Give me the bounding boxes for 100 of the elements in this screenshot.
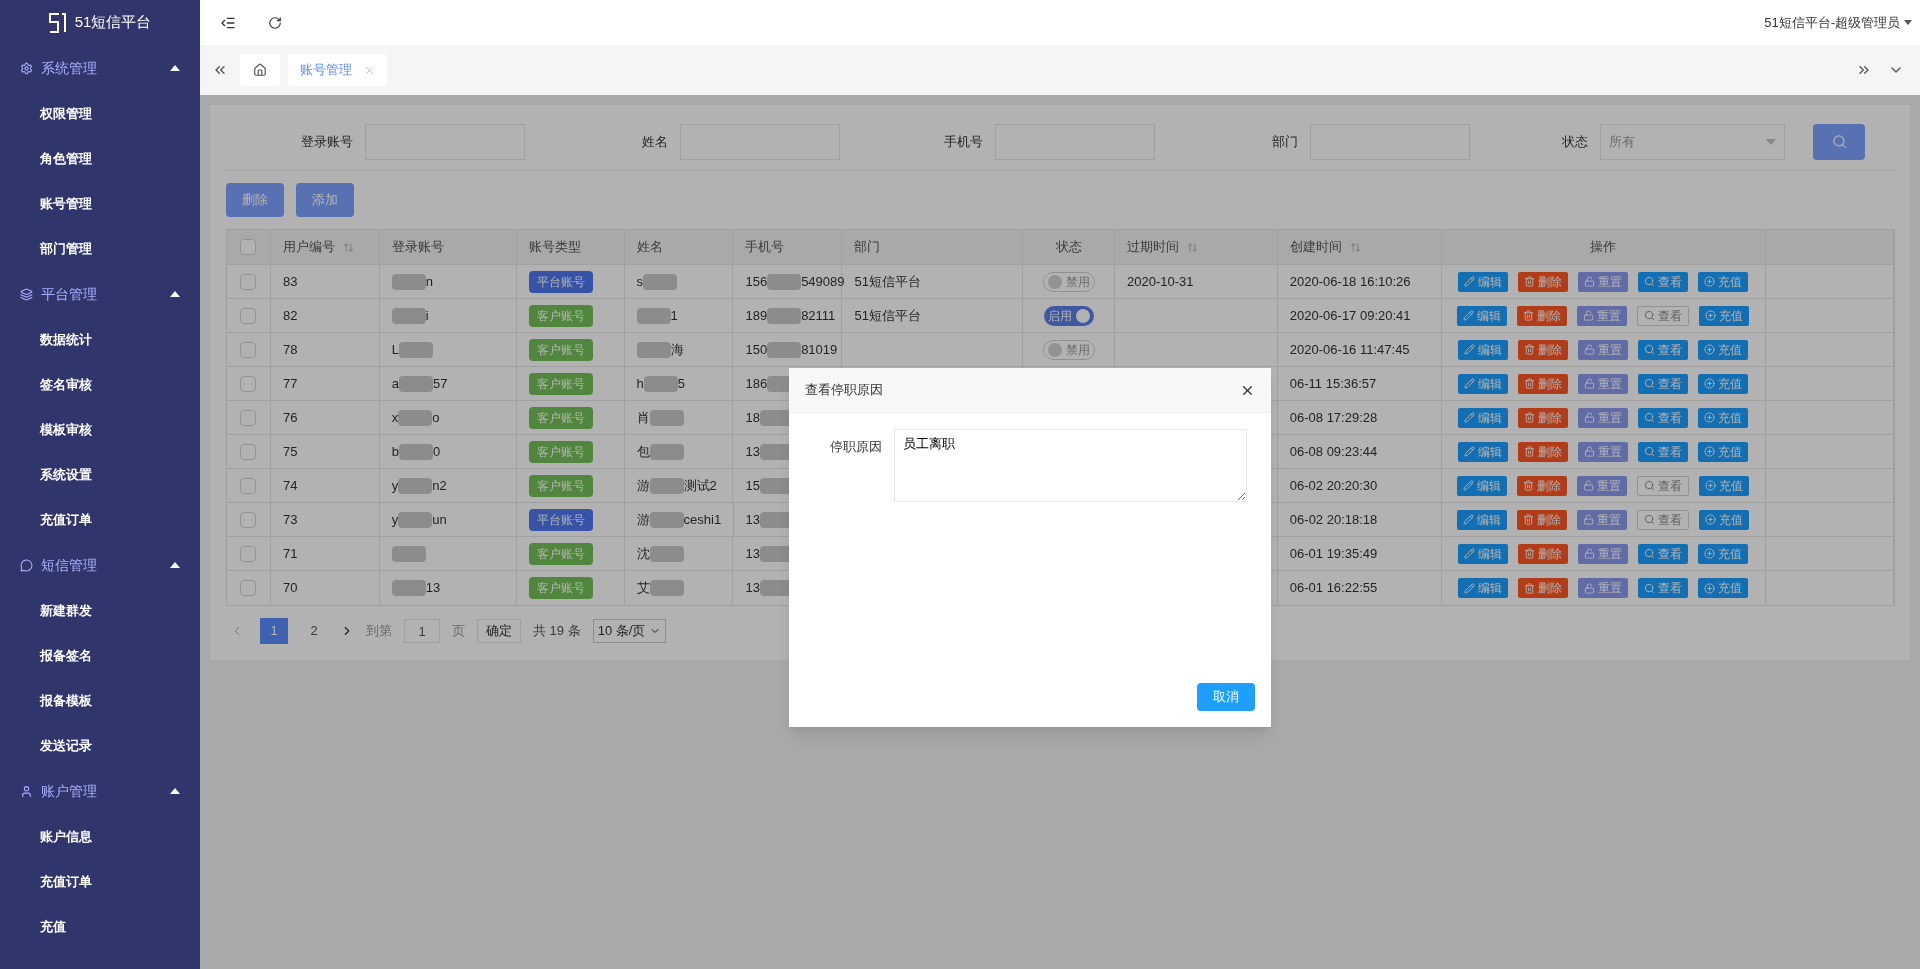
row-action-button[interactable]: 充值: [1698, 407, 1749, 428]
checkbox[interactable]: [240, 375, 257, 392]
row-action-button[interactable]: 充值: [1698, 373, 1749, 394]
row-action-button[interactable]: 删除: [1518, 441, 1569, 462]
row-action-button[interactable]: 编辑: [1458, 407, 1509, 428]
row-action-button[interactable]: 充值: [1698, 271, 1749, 292]
row-action-button[interactable]: 编辑: [1458, 441, 1509, 462]
row-action-button[interactable]: 查看: [1638, 373, 1689, 394]
row-action-button[interactable]: 充值: [1698, 441, 1749, 462]
status-select[interactable]: 所有: [1600, 123, 1785, 160]
sidebar-section[interactable]: 账户管理: [0, 768, 200, 814]
row-action-button[interactable]: 查看: [1638, 441, 1689, 462]
row-action-button[interactable]: 重置: [1578, 441, 1629, 462]
refresh-icon[interactable]: [268, 15, 282, 30]
row-action-button[interactable]: 查看: [1638, 407, 1689, 428]
sidebar-section[interactable]: 系统管理: [0, 45, 200, 91]
sidebar-item[interactable]: 账号管理: [0, 181, 200, 226]
checkbox[interactable]: [240, 477, 257, 494]
row-action-button[interactable]: 重置: [1578, 543, 1629, 564]
sidebar-item[interactable]: 系统设置: [0, 452, 200, 497]
row-action-button[interactable]: 重置: [1578, 373, 1629, 394]
row-action-button[interactable]: 编辑: [1457, 305, 1508, 326]
page-size-select[interactable]: 10 条/页: [592, 619, 667, 643]
user-menu[interactable]: 51短信平台-超级管理员: [1764, 12, 1912, 33]
row-action-button[interactable]: 查看: [1638, 543, 1689, 564]
sidebar-item[interactable]: 模板审核: [0, 407, 200, 452]
sidebar-item[interactable]: 权限管理: [0, 91, 200, 136]
row-action-button[interactable]: 编辑: [1458, 339, 1509, 360]
reason-field[interactable]: 员工离职: [894, 429, 1247, 502]
row-action-button[interactable]: 删除: [1517, 305, 1568, 326]
search-button[interactable]: [1813, 123, 1865, 160]
row-action-button[interactable]: 重置: [1578, 271, 1629, 292]
toolbar-button[interactable]: 删除: [226, 183, 284, 217]
row-action-button[interactable]: 重置: [1578, 578, 1629, 598]
cell-text: a: [391, 374, 400, 393]
row-action-button[interactable]: 充值: [1698, 578, 1749, 598]
sidebar-item[interactable]: 账户信息: [0, 814, 200, 859]
column-header[interactable]: 过期时间: [1127, 237, 1198, 257]
row-action-button[interactable]: 编辑: [1458, 373, 1509, 394]
row-action-button[interactable]: 编辑: [1458, 578, 1509, 598]
checkbox[interactable]: [240, 239, 257, 255]
sidebar-item[interactable]: 报备签名: [0, 633, 200, 678]
status-switch[interactable]: 禁用: [1042, 339, 1095, 360]
cancel-button[interactable]: 取消: [1197, 683, 1255, 711]
home-tab[interactable]: [240, 54, 280, 86]
status-switch[interactable]: 启用: [1043, 305, 1094, 326]
checkbox[interactable]: [240, 443, 257, 460]
checkbox[interactable]: [240, 409, 257, 426]
checkbox[interactable]: [240, 580, 257, 596]
row-action-button[interactable]: 充值: [1699, 305, 1750, 326]
page-tab[interactable]: 账号管理: [288, 54, 387, 86]
row-action-button[interactable]: 编辑: [1458, 543, 1509, 564]
row-action-button[interactable]: 充值: [1699, 509, 1750, 530]
row-action-button[interactable]: 删除: [1518, 543, 1569, 564]
column-header[interactable]: 用户编号: [282, 237, 354, 257]
row-action-button[interactable]: 编辑: [1457, 475, 1508, 496]
row-action-button[interactable]: 重置: [1578, 407, 1629, 428]
sidebar-item[interactable]: 新建群发: [0, 588, 200, 633]
sidebar-item[interactable]: 发送记录: [0, 723, 200, 768]
column-header[interactable]: 创建时间: [1289, 237, 1361, 257]
row-action-button[interactable]: 查看: [1638, 339, 1689, 360]
row-action-button[interactable]: 查看: [1638, 271, 1689, 292]
checkbox[interactable]: [240, 545, 257, 562]
sidebar-item[interactable]: 充值订单: [0, 859, 200, 904]
row-action-button[interactable]: 编辑: [1458, 271, 1509, 292]
sidebar-item[interactable]: 充值: [0, 904, 200, 949]
sidebar-item[interactable]: 部门管理: [0, 226, 200, 271]
sidebar-item[interactable]: 报备模板: [0, 678, 200, 723]
row-action-button[interactable]: 删除: [1517, 509, 1568, 530]
checkbox[interactable]: [240, 341, 257, 358]
status-switch[interactable]: 禁用: [1042, 271, 1095, 292]
row-action-button[interactable]: 删除: [1517, 475, 1568, 496]
row-action-button[interactable]: 删除: [1518, 578, 1569, 598]
sidebar-section[interactable]: 短信管理: [0, 542, 200, 588]
sidebar-item[interactable]: 充值订单: [0, 497, 200, 542]
sidebar-item[interactable]: 角色管理: [0, 136, 200, 181]
row-action-button[interactable]: 重置: [1577, 305, 1628, 326]
page-number[interactable]: 2: [300, 618, 328, 644]
page-input[interactable]: 1: [404, 619, 440, 643]
row-action-button[interactable]: 充值: [1698, 543, 1749, 564]
row-action-button[interactable]: 重置: [1577, 475, 1628, 496]
row-action-button[interactable]: 充值: [1698, 339, 1749, 360]
checkbox[interactable]: [240, 273, 257, 290]
page-number[interactable]: 1: [260, 618, 288, 644]
row-action-button[interactable]: 删除: [1518, 339, 1569, 360]
row-action-button[interactable]: 重置: [1577, 509, 1628, 530]
checkbox[interactable]: [240, 511, 257, 528]
row-action-button[interactable]: 删除: [1518, 373, 1569, 394]
row-action-button[interactable]: 重置: [1578, 339, 1629, 360]
row-action-button[interactable]: 删除: [1518, 271, 1569, 292]
row-action-button[interactable]: 删除: [1518, 407, 1569, 428]
toolbar-button[interactable]: 添加: [296, 183, 354, 217]
sidebar-item[interactable]: 数据统计: [0, 317, 200, 362]
row-action-button[interactable]: 编辑: [1457, 509, 1508, 530]
row-action-button[interactable]: 查看: [1638, 578, 1689, 598]
sidebar-item[interactable]: 签名审核: [0, 362, 200, 407]
row-action-button[interactable]: 充值: [1699, 475, 1750, 496]
confirm-button[interactable]: 确定: [477, 619, 521, 643]
sidebar-section[interactable]: 平台管理: [0, 271, 200, 317]
checkbox[interactable]: [240, 307, 257, 324]
